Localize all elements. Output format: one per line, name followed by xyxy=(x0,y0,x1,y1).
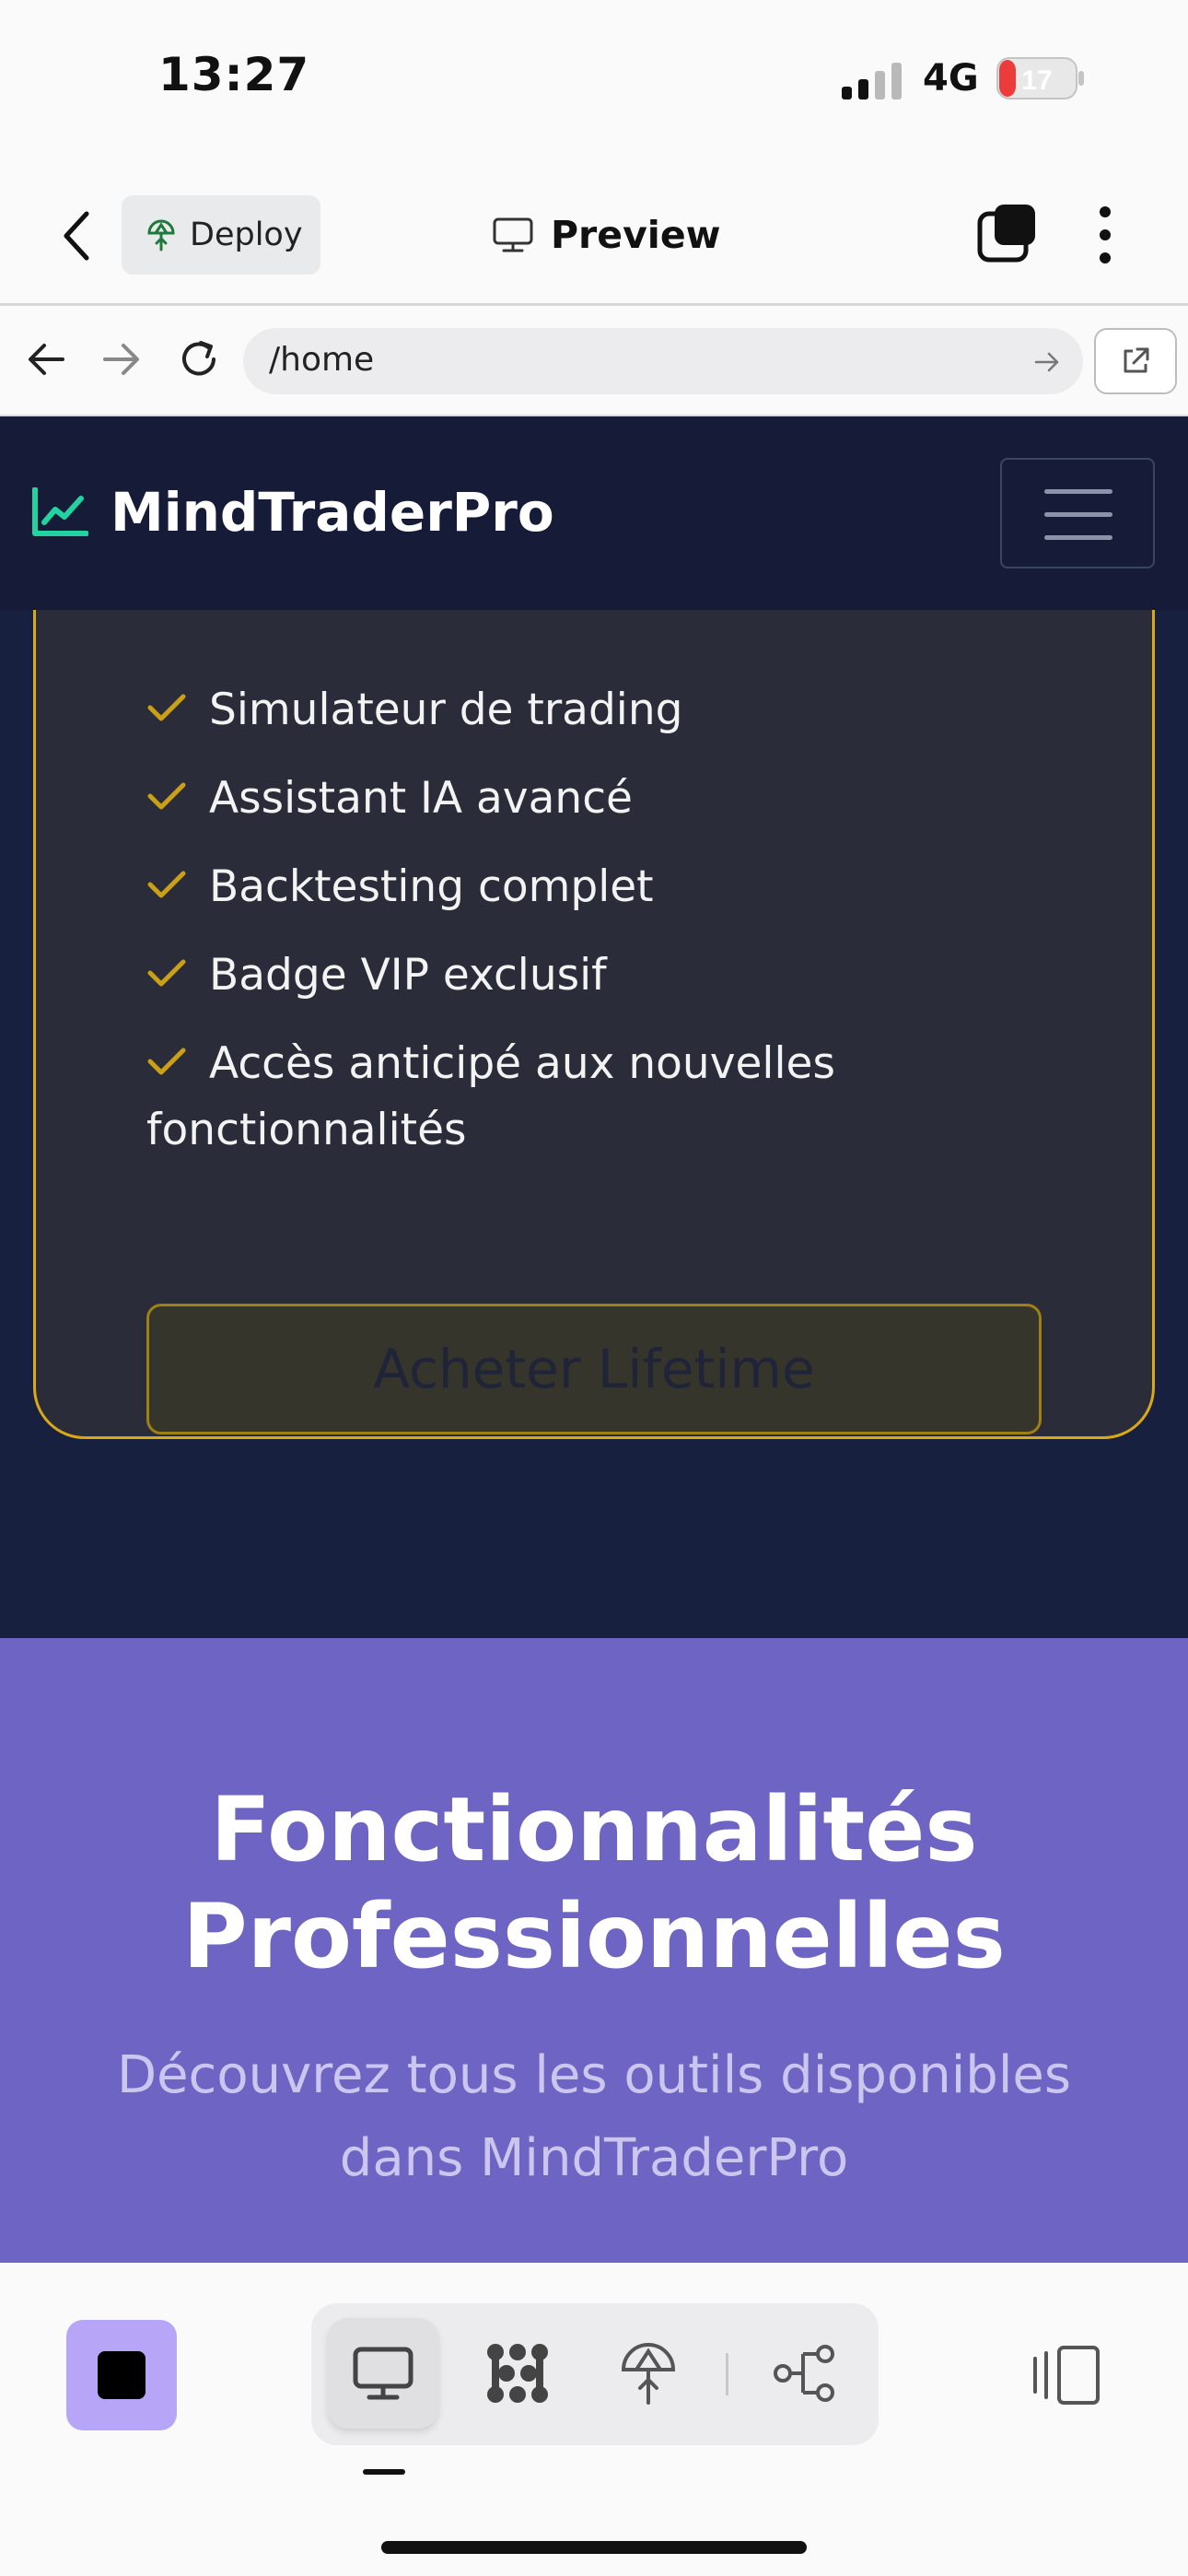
browser-back-icon[interactable] xyxy=(22,335,70,383)
app-toolbar: Deploy Preview xyxy=(0,166,1188,306)
deploy-label: Deploy xyxy=(190,217,303,253)
back-chevron-icon[interactable] xyxy=(55,208,98,263)
browser-forward-icon[interactable] xyxy=(98,335,146,383)
check-icon xyxy=(146,943,187,987)
site-navbar: MindTraderPro xyxy=(0,416,1188,610)
active-tab-indicator xyxy=(363,2469,405,2475)
open-external-button[interactable] xyxy=(1094,328,1177,394)
monitor-icon xyxy=(493,217,533,252)
chart-line-icon xyxy=(32,487,88,536)
deploy-icon xyxy=(621,2343,676,2405)
tabs-icon[interactable] xyxy=(976,203,1037,263)
feature-item: Badge VIP exclusif xyxy=(146,943,1067,1009)
preview-view-tab[interactable] xyxy=(328,2318,438,2429)
brand-link[interactable]: MindTraderPro xyxy=(31,481,554,544)
status-bar: 13:27 4G 17 xyxy=(0,0,1188,166)
feature-item: Backtesting complet xyxy=(146,854,1067,920)
pricing-card-lifetime: Simulateur de trading Assistant IA avanc… xyxy=(33,527,1155,1439)
separator xyxy=(726,2353,728,2395)
feature-list: Simulateur de trading Assistant IA avanc… xyxy=(146,677,1067,1186)
feature-text: Simulateur de trading xyxy=(209,685,683,735)
feature-text: Accès anticipé aux nouvelles fonctionnal… xyxy=(146,1038,835,1155)
deploy-icon xyxy=(147,219,175,252)
feature-text: Backtesting complet xyxy=(209,861,654,912)
blocks-icon xyxy=(487,2344,548,2403)
network-type: 4G xyxy=(923,57,979,100)
menu-toggle-button[interactable] xyxy=(1000,458,1155,568)
deploy-button[interactable]: Deploy xyxy=(122,195,320,275)
url-input[interactable]: /home xyxy=(243,328,1083,394)
hamburger-bar xyxy=(1044,535,1112,540)
home-indicator xyxy=(381,2541,807,2554)
feature-item: Assistant IA avancé xyxy=(146,766,1067,832)
check-icon xyxy=(146,854,187,898)
features-subtitle: Découvrez tous les outils disponibles da… xyxy=(116,2045,1072,2188)
preview-label: Preview xyxy=(551,213,721,257)
connections-view-tab[interactable] xyxy=(750,2318,860,2429)
check-icon xyxy=(146,766,187,810)
battery-icon: 17 xyxy=(996,57,1084,100)
cellular-signal-icon xyxy=(842,63,902,100)
bottom-toolbar xyxy=(0,2263,1188,2576)
features-heading: Fonctionnalités Professionnelles xyxy=(182,1778,1006,1988)
url-text: /home xyxy=(269,341,375,379)
brand-name: MindTraderPro xyxy=(111,481,554,544)
reload-icon[interactable] xyxy=(175,335,223,383)
hamburger-bar xyxy=(1044,512,1112,517)
status-time: 13:27 xyxy=(158,48,310,101)
feature-text: Assistant IA avancé xyxy=(209,773,633,824)
stop-icon xyxy=(98,2351,146,2399)
battery-level: 17 xyxy=(1021,65,1052,96)
monitor-icon xyxy=(353,2347,413,2400)
stop-button[interactable] xyxy=(66,2320,177,2430)
feature-text: Badge VIP exclusif xyxy=(209,950,607,1001)
preview-title: Preview xyxy=(492,206,721,263)
features-section: Fonctionnalités Professionnelles Découvr… xyxy=(0,1638,1188,2263)
deploy-view-tab[interactable] xyxy=(593,2318,704,2429)
view-switcher xyxy=(311,2303,879,2445)
go-arrow-icon[interactable] xyxy=(1033,348,1061,376)
buy-lifetime-button[interactable]: Acheter Lifetime xyxy=(146,1304,1042,1434)
web-viewport: MindTraderPro Simulateur de trading Assi… xyxy=(0,416,1188,2263)
check-icon xyxy=(146,1031,187,1075)
check-icon xyxy=(146,677,187,721)
feature-item: Accès anticipé aux nouvelles fonctionnal… xyxy=(146,1031,1067,1164)
side-panel-icon[interactable] xyxy=(1030,2342,1103,2408)
browser-bar: /home xyxy=(0,306,1188,416)
external-link-icon xyxy=(1124,347,1149,373)
more-options-icon[interactable] xyxy=(1087,203,1124,267)
hamburger-bar xyxy=(1044,489,1112,494)
workspace-view-tab[interactable] xyxy=(462,2318,573,2429)
feature-item: Simulateur de trading xyxy=(146,677,1067,744)
flow-icon xyxy=(774,2345,834,2402)
